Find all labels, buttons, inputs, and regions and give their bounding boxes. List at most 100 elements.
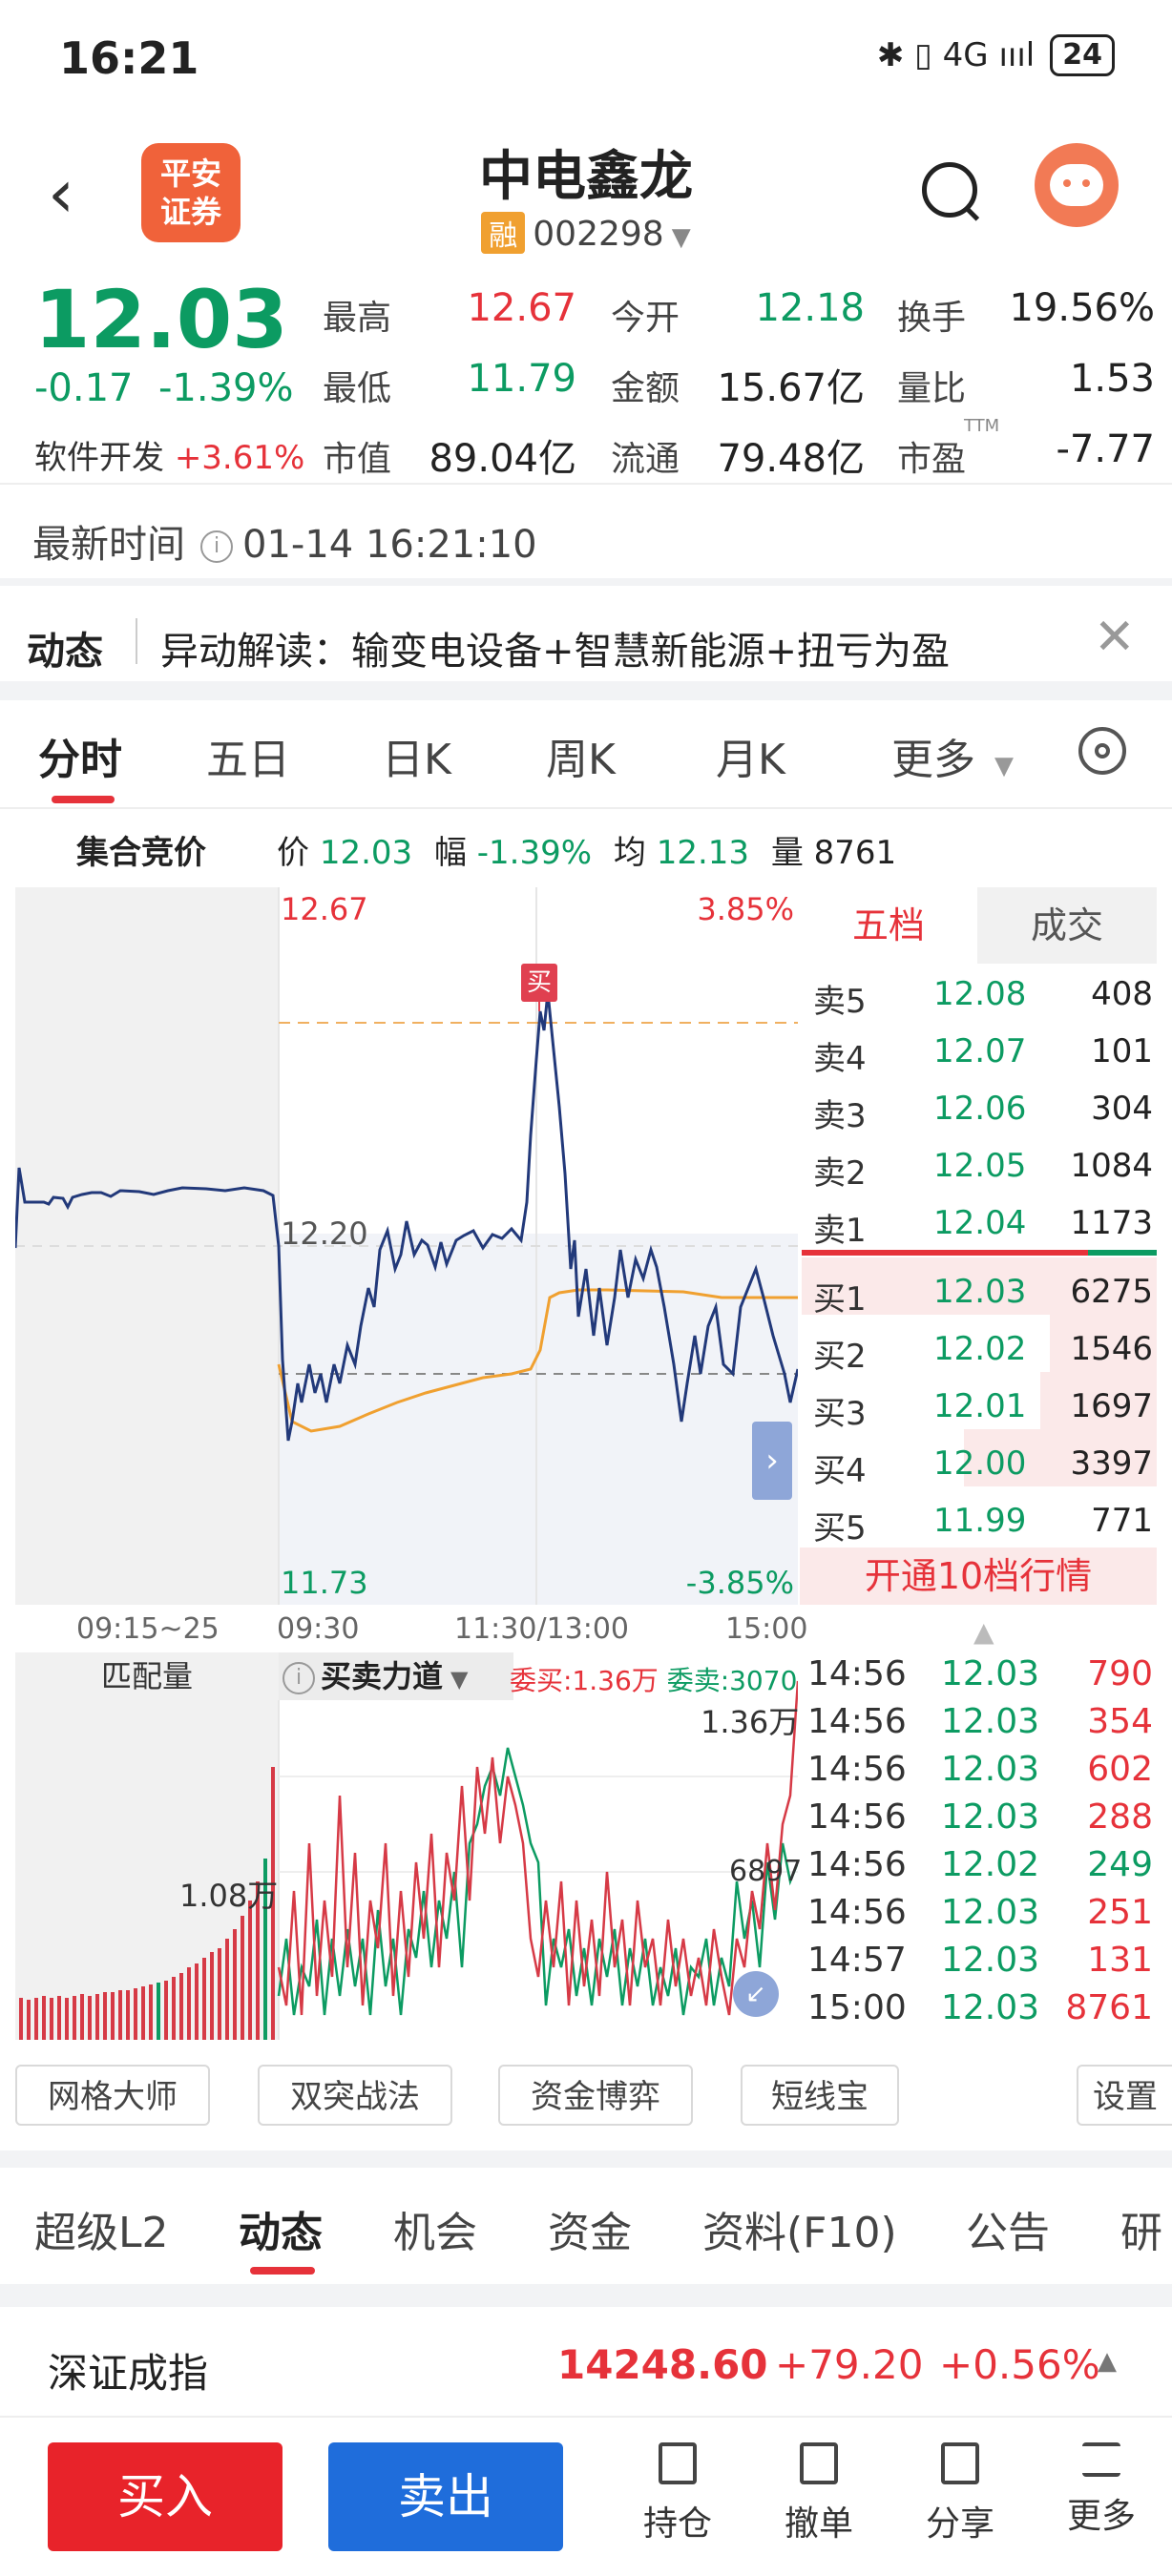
stat-value: 15.67亿 xyxy=(717,366,865,410)
match-volume-label: 匹配量 xyxy=(15,1652,279,1700)
intraday-chart[interactable]: 买 12.67 3.85% 12.20 11.73 -3.85% › xyxy=(15,887,798,1605)
trade-row: 15:00 12.03 8761 xyxy=(807,1988,1153,2027)
sell-level-4: 卖4 12.07 101 xyxy=(813,1032,1153,1078)
tab-weekly-k[interactable]: 周K xyxy=(546,725,616,786)
share-button[interactable]: 分享 xyxy=(903,2442,1017,2545)
more-button[interactable]: 更多 xyxy=(1044,2442,1159,2538)
trade-row: 14:56 12.03 602 xyxy=(807,1750,1153,1789)
positions-button[interactable]: 持仓 xyxy=(620,2442,735,2545)
sector-name: 软件开发 xyxy=(34,439,164,477)
buy-level-3: 买3 12.01 1697 xyxy=(813,1387,1153,1433)
auction-label: 集合竞价 xyxy=(76,834,206,872)
stat-value: 89.04亿 xyxy=(429,437,576,481)
info-icon[interactable]: i xyxy=(200,530,233,563)
stat-label: 量比 xyxy=(897,369,967,408)
index-name[interactable]: 深证成指 xyxy=(48,2341,208,2399)
y-mid-price: 12.20 xyxy=(281,1215,368,1252)
tool-grid-master-button[interactable]: 网格大师 xyxy=(15,2065,210,2126)
stat-value: 79.48亿 xyxy=(717,437,865,481)
news-text[interactable]: 异动解读：输变电设备+智慧新能源+扭亏为盈 xyxy=(160,620,950,675)
positions-icon xyxy=(659,2442,697,2484)
buy-level-1: 买1 12.03 6275 xyxy=(813,1273,1153,1319)
price-change-pct: -1.39% xyxy=(158,366,294,410)
tab-research-clip: 研报 xyxy=(1120,2198,1172,2255)
commission-stats: 委买:1.36万 委卖:3070 xyxy=(510,1660,797,1698)
settings-gear-icon[interactable] xyxy=(1078,727,1126,775)
tab-intraday[interactable]: 分时 xyxy=(38,725,122,786)
collapse-arrow-icon: ↙ xyxy=(745,1980,766,2008)
index-change: +79.20 xyxy=(775,2341,924,2388)
section-gap xyxy=(0,2284,1172,2307)
tool-fund-game-button[interactable]: 资金博弈 xyxy=(498,2065,693,2126)
tab-trades[interactable]: 成交 xyxy=(977,887,1157,964)
stat-label: 金额 xyxy=(611,369,680,408)
cancel-order-button[interactable]: 撤单 xyxy=(762,2442,876,2545)
commission-buy: 委买:1.36万 xyxy=(510,1665,659,1696)
trade-row: 14:56 12.03 354 xyxy=(807,1702,1153,1741)
chevron-up-icon[interactable]: ▲ xyxy=(1098,2347,1117,2376)
tab-announcements[interactable]: 公告 xyxy=(966,2198,1050,2259)
cancel-order-label: 撤单 xyxy=(784,2504,853,2544)
stock-code-row[interactable]: 融 002298 ▼ xyxy=(0,212,1172,254)
tab-monthly-k[interactable]: 月K xyxy=(716,725,785,786)
chevron-up-icon[interactable]: ▲ xyxy=(973,1616,994,1648)
volume-panel-header: 匹配量 i 买卖力道 ▼ 委买:1.36万 委卖:3070 xyxy=(15,1652,798,1700)
divider xyxy=(0,483,1172,485)
chevron-down-icon: ▼ xyxy=(450,1666,469,1693)
chevron-down-icon: ▼ xyxy=(994,752,1014,780)
buy-level-4: 买4 12.00 3397 xyxy=(813,1444,1153,1490)
sell-level-3: 卖3 12.06 304 xyxy=(813,1090,1153,1135)
close-icon[interactable]: ✕ xyxy=(1094,609,1136,666)
commission-sell: 委卖:3070 xyxy=(666,1665,798,1696)
search-icon[interactable] xyxy=(922,162,977,218)
buy-marker-label: 买 xyxy=(527,968,552,997)
undo-icon xyxy=(800,2442,838,2484)
active-tab-indicator xyxy=(250,2267,315,2275)
tab-five-day[interactable]: 五日 xyxy=(206,725,290,786)
indicator-selector[interactable]: i 买卖力道 ▼ xyxy=(279,1652,513,1700)
sector-pct: +3.61% xyxy=(174,439,305,477)
info-icon[interactable]: i xyxy=(283,1662,315,1694)
stat-label: 最低 xyxy=(323,369,392,408)
sector-info[interactable]: 软件开发 +3.61% xyxy=(34,431,304,478)
tab-daily-k[interactable]: 日K xyxy=(382,725,451,786)
auction-range-label: 幅 xyxy=(433,834,467,872)
chevron-down-icon: ▼ xyxy=(671,223,691,252)
trade-row: 14:57 12.03 131 xyxy=(807,1941,1153,1980)
tab-more[interactable]: 更多 ▼ xyxy=(891,725,1014,786)
trade-row: 14:56 12.02 249 xyxy=(807,1845,1153,1884)
tool-settings-button[interactable]: 设置 xyxy=(1077,2065,1172,2126)
index-pct: +0.56% xyxy=(939,2341,1100,2388)
latest-time-row: 最新时间 i 01-14 16:21:10 xyxy=(32,513,537,569)
current-price: 12.03 xyxy=(34,273,288,366)
auction-price: 12.03 xyxy=(319,834,413,872)
stat-label: 市值 xyxy=(323,440,392,479)
tab-funds[interactable]: 资金 xyxy=(548,2198,632,2259)
tab-opportunity[interactable]: 机会 xyxy=(393,2198,477,2259)
battery-icon: 24 xyxy=(1050,34,1115,76)
buy-button[interactable]: 买入 xyxy=(48,2442,283,2551)
share-icon xyxy=(941,2442,979,2484)
tab-profile-f10[interactable]: 资料(F10) xyxy=(702,2198,897,2259)
auction-avg-label: 均 xyxy=(613,834,646,872)
divider xyxy=(0,2416,1172,2418)
volume-force-chart[interactable]: ↙ xyxy=(15,1652,798,2040)
positions-label: 持仓 xyxy=(642,2504,712,2544)
tab-five-level[interactable]: 五档 xyxy=(800,887,977,964)
bid-ratio-bar xyxy=(802,1250,1088,1256)
active-tab-indicator xyxy=(52,796,115,803)
tool-short-line-button[interactable]: 短线宝 xyxy=(741,2065,899,2126)
y-bottom-price: 11.73 xyxy=(281,1565,368,1601)
sell-level-1: 卖1 12.04 1173 xyxy=(813,1204,1153,1250)
stat-value: 12.67 xyxy=(467,286,576,330)
share-label: 分享 xyxy=(925,2504,994,2544)
tab-super-l2[interactable]: 超级L2 xyxy=(34,2198,169,2259)
sell-button[interactable]: 卖出 xyxy=(328,2442,563,2551)
upgrade-ten-level-button[interactable]: 开通10档行情 xyxy=(800,1548,1157,1605)
assistant-avatar-icon[interactable] xyxy=(1035,143,1119,227)
y-top-pct: 3.85% xyxy=(697,891,794,927)
tab-news[interactable]: 动态 xyxy=(239,2198,323,2259)
tab-research[interactable]: 研报 xyxy=(1120,2198,1172,2255)
more-label: 更多 xyxy=(1066,2497,1136,2536)
tool-double-break-button[interactable]: 双突战法 xyxy=(258,2065,452,2126)
